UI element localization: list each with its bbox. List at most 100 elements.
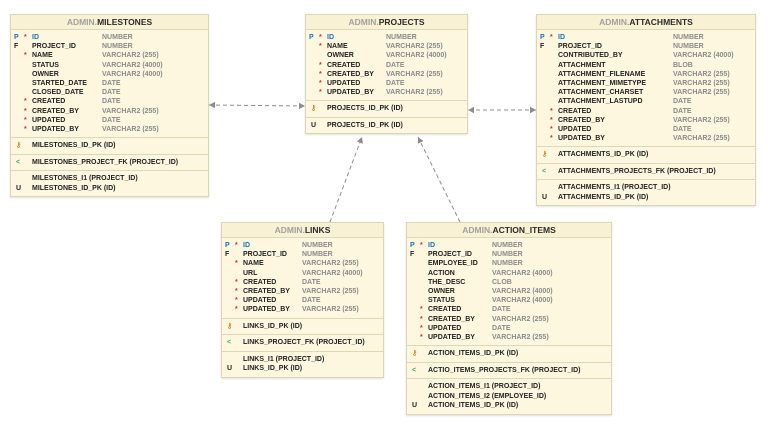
- column-row[interactable]: THE_DESC CLOB: [407, 278, 611, 287]
- column-row[interactable]: * UPDATED_BY VARCHAR2 (255): [306, 88, 467, 97]
- column-row[interactable]: * CREATED_BY VARCHAR2 (255): [11, 107, 208, 116]
- column-row[interactable]: ATTACHMENT_CHARSET VARCHAR2 (255): [537, 88, 755, 97]
- foreign-key-row[interactable]: < LINKS_PROJECT_FK (PROJECT_ID): [222, 338, 383, 348]
- column-row[interactable]: * CREATED DATE: [306, 61, 467, 70]
- column-row[interactable]: * UPDATED_BY VARCHAR2 (255): [407, 333, 611, 342]
- column-type: NUMBER: [492, 242, 523, 249]
- column-row[interactable]: * UPDATED DATE: [11, 116, 208, 125]
- column-row[interactable]: * NAME VARCHAR2 (255): [11, 51, 208, 60]
- index-row[interactable]: LINKS_I1 (PROJECT_ID): [222, 355, 383, 365]
- column-name: NAME: [327, 43, 348, 51]
- foreign-key-marker: F: [225, 251, 230, 259]
- column-type: VARCHAR2 (255): [302, 287, 359, 295]
- column-row[interactable]: EMPLOYEE_ID NUMBER: [407, 259, 611, 268]
- column-row[interactable]: OWNER VARCHAR2 (4000): [11, 70, 208, 79]
- foreign-key-section: < ATTACHMENTS_PROJECTS_FK (PROJECT_ID): [537, 164, 755, 181]
- column-row[interactable]: STARTED_DATE DATE: [11, 79, 208, 88]
- schema-name: ADMIN.: [274, 225, 305, 235]
- relation-milestones-to-projects[interactable]: [208, 104, 306, 107]
- index-row[interactable]: U ACTION_ITEMS_ID_PK (ID): [407, 401, 611, 411]
- column-list: P * ID NUMBER F PROJECT_ID NUMBER CONTRIBUTED_B…: [537, 30, 755, 148]
- column-row[interactable]: ACTION VARCHAR2 (4000): [407, 269, 611, 278]
- column-row[interactable]: * UPDATED DATE: [407, 324, 611, 333]
- index-section: ACTION_ITEMS_I1 (PROJECT_ID) ACTION_ITEMS…: [407, 379, 611, 414]
- primary-key-row[interactable]: ⚷ LINKS_ID_PK (ID): [222, 322, 383, 332]
- column-row[interactable]: * CREATED DATE: [537, 107, 755, 116]
- constraint-name: ACTION_ITEMS_ID_PK (ID): [428, 350, 519, 358]
- index-row[interactable]: ATTACHMENTS_I1 (PROJECT_ID): [537, 183, 755, 193]
- column-row[interactable]: URL VARCHAR2 (4000): [222, 269, 383, 278]
- column-row[interactable]: * CREATED_BY VARCHAR2 (255): [407, 315, 611, 324]
- column-row[interactable]: * CREATED DATE: [11, 97, 208, 106]
- column-row[interactable]: P * ID NUMBER: [537, 33, 755, 42]
- column-row[interactable]: OWNER VARCHAR2 (4000): [306, 51, 467, 60]
- column-row[interactable]: F PROJECT_ID NUMBER: [11, 42, 208, 51]
- column-row[interactable]: STATUS VARCHAR2 (4000): [11, 61, 208, 70]
- index-row[interactable]: MILESTONES_I1 (PROJECT_ID): [11, 174, 208, 184]
- column-name: UPDATED_BY: [558, 135, 605, 143]
- table-links[interactable]: ADMIN.LINKS P * ID NUMBER F PROJECT_ID NUMBER * N…: [221, 222, 384, 378]
- primary-key-row[interactable]: ⚷ MILESTONES_ID_PK (ID): [11, 141, 208, 151]
- index-row[interactable]: U PROJECTS_ID_PK (ID): [306, 121, 467, 131]
- foreign-key-row[interactable]: < ACTIO_ITEMS_PROJECTS_FK (PROJECT_ID): [407, 366, 611, 376]
- column-row[interactable]: * UPDATED_BY VARCHAR2 (255): [11, 125, 208, 134]
- column-name: PROJECT_ID: [32, 43, 76, 51]
- required-marker: *: [420, 324, 423, 332]
- foreign-key-row[interactable]: < MILESTONES_PROJECT_FK (PROJECT_ID): [11, 158, 208, 168]
- column-row[interactable]: CLOSED_DATE DATE: [11, 88, 208, 97]
- table-title: ADMIN.ATTACHMENTS: [537, 15, 755, 30]
- primary-key-row[interactable]: ⚷ PROJECTS_ID_PK (ID): [306, 104, 467, 114]
- column-row[interactable]: ATTACHMENT BLOB: [537, 61, 755, 70]
- column-row[interactable]: * NAME VARCHAR2 (255): [222, 259, 383, 268]
- index-name: LINKS_ID_PK (ID): [243, 365, 303, 372]
- primary-key-row[interactable]: ⚷ ATTACHMENTS_ID_PK (ID): [537, 150, 755, 160]
- primary-key-row[interactable]: ⚷ ACTION_ITEMS_ID_PK (ID): [407, 349, 611, 359]
- required-marker: *: [24, 125, 27, 133]
- column-row[interactable]: P * ID NUMBER: [11, 33, 208, 42]
- arrowhead: [417, 137, 424, 144]
- index-row[interactable]: ACTION_ITEMS_I2 (EMPLOYEE_ID): [407, 392, 611, 402]
- index-row[interactable]: ACTION_ITEMS_I1 (PROJECT_ID): [407, 382, 611, 392]
- arrowhead: [468, 106, 474, 114]
- index-name: MILESTONES_ID_PK (ID): [32, 184, 116, 192]
- column-row[interactable]: CONTRIBUTED_BY VARCHAR2 (4000): [537, 51, 755, 60]
- column-row[interactable]: ATTACHMENT_MIMETYPE VARCHAR2 (255): [537, 79, 755, 88]
- column-row[interactable]: * NAME VARCHAR2 (255): [306, 42, 467, 51]
- column-row[interactable]: P * ID NUMBER: [407, 241, 611, 250]
- foreign-key-row[interactable]: < ATTACHMENTS_PROJECTS_FK (PROJECT_ID): [537, 167, 755, 177]
- index-row[interactable]: U ATTACHMENTS_ID_PK (ID): [537, 193, 755, 203]
- column-row[interactable]: P * ID NUMBER: [222, 241, 383, 250]
- index-row[interactable]: U LINKS_ID_PK (ID): [222, 364, 383, 374]
- index-row[interactable]: U MILESTONES_ID_PK (ID): [11, 184, 208, 194]
- index-name: LINKS_I1 (PROJECT_ID): [243, 355, 325, 363]
- column-row[interactable]: * UPDATED DATE: [222, 296, 383, 305]
- column-row[interactable]: * UPDATED_BY VARCHAR2 (255): [537, 134, 755, 143]
- table-action-items[interactable]: ADMIN.ACTION_ITEMS P * ID NUMBER F PROJECT_ID N…: [406, 222, 612, 415]
- column-row[interactable]: * CREATED_BY VARCHAR2 (255): [306, 70, 467, 79]
- column-row[interactable]: OWNER VARCHAR2 (4000): [407, 287, 611, 296]
- column-row[interactable]: ATTACHMENT_LASTUPD DATE: [537, 97, 755, 106]
- column-row[interactable]: * CREATED DATE: [407, 305, 611, 314]
- column-row[interactable]: * UPDATED DATE: [306, 79, 467, 88]
- column-type: VARCHAR2 (255): [102, 107, 159, 115]
- column-row[interactable]: * UPDATED DATE: [537, 125, 755, 134]
- required-marker: *: [235, 297, 238, 305]
- column-row[interactable]: F PROJECT_ID NUMBER: [407, 250, 611, 259]
- table-projects[interactable]: ADMIN.PROJECTS P * ID NUMBER * NAME VARCHAR2 (2…: [305, 14, 468, 135]
- relation-action-items-to-projects[interactable]: [417, 136, 461, 223]
- column-row[interactable]: * CREATED DATE: [222, 278, 383, 287]
- column-row[interactable]: F PROJECT_ID NUMBER: [222, 250, 383, 259]
- column-row[interactable]: ATTACHMENT_FILENAME VARCHAR2 (255): [537, 70, 755, 79]
- column-row[interactable]: P * ID NUMBER: [306, 33, 467, 42]
- column-type: VARCHAR2 (255): [673, 135, 730, 143]
- relation-links-to-projects[interactable]: [329, 136, 363, 223]
- column-row[interactable]: * CREATED_BY VARCHAR2 (255): [537, 116, 755, 125]
- column-row[interactable]: F PROJECT_ID NUMBER: [537, 42, 755, 51]
- column-row[interactable]: * UPDATED_BY VARCHAR2 (255): [222, 305, 383, 314]
- column-row[interactable]: * CREATED_BY VARCHAR2 (255): [222, 287, 383, 296]
- table-attachments[interactable]: ADMIN.ATTACHMENTS P * ID NUMBER F PROJECT_ID NU…: [536, 14, 756, 207]
- column-type: DATE: [302, 278, 321, 286]
- table-title: ADMIN.MILESTONES: [11, 15, 208, 30]
- column-row[interactable]: STATUS VARCHAR2 (4000): [407, 296, 611, 305]
- table-milestones[interactable]: ADMIN.MILESTONES P * ID NUMBER F PROJECT_ID NUM…: [10, 14, 209, 198]
